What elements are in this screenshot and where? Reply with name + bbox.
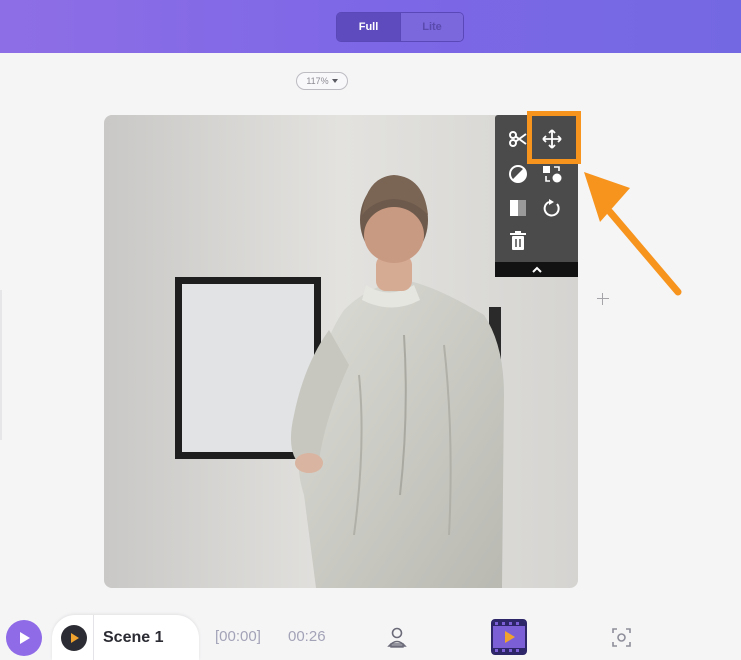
screenshot-frame-icon[interactable] (612, 628, 631, 647)
divider (93, 615, 94, 660)
current-time: [00:00] (215, 628, 261, 645)
zoom-level: 117% (306, 76, 329, 86)
mode-full-button[interactable]: Full (337, 13, 400, 41)
mode-toggle: Full Lite (336, 12, 464, 42)
play-icon (71, 632, 79, 643)
zoom-dropdown[interactable]: 117% (296, 72, 348, 90)
scissors-icon[interactable] (504, 125, 532, 153)
caret-down-icon (331, 79, 338, 83)
scene-tab[interactable]: Scene 1 (52, 615, 199, 660)
crosshair-icon (597, 293, 609, 305)
mode-lite-button[interactable]: Lite (400, 13, 463, 41)
annotation-arrow (584, 172, 682, 296)
scene-video-button[interactable] (491, 619, 527, 655)
scene-play-button[interactable] (61, 624, 87, 651)
element-toolbar (495, 115, 578, 277)
play-all-button[interactable] (6, 620, 42, 656)
swap-shapes-icon[interactable] (538, 160, 566, 188)
play-icon (20, 632, 30, 644)
video-scene-icon (493, 621, 525, 653)
scene-title: Scene 1 (103, 628, 164, 646)
contrast-icon[interactable] (504, 160, 532, 188)
move-arrows-icon[interactable] (538, 125, 566, 153)
total-duration: 00:26 (288, 628, 326, 645)
top-bar: Full Lite (0, 0, 741, 53)
left-panel-edge (0, 290, 2, 440)
avatar-icon[interactable] (387, 626, 407, 648)
trash-icon[interactable] (504, 227, 532, 255)
flip-icon[interactable] (504, 194, 532, 222)
rotate-icon[interactable] (538, 194, 566, 222)
chevron-up-icon[interactable] (495, 262, 578, 277)
